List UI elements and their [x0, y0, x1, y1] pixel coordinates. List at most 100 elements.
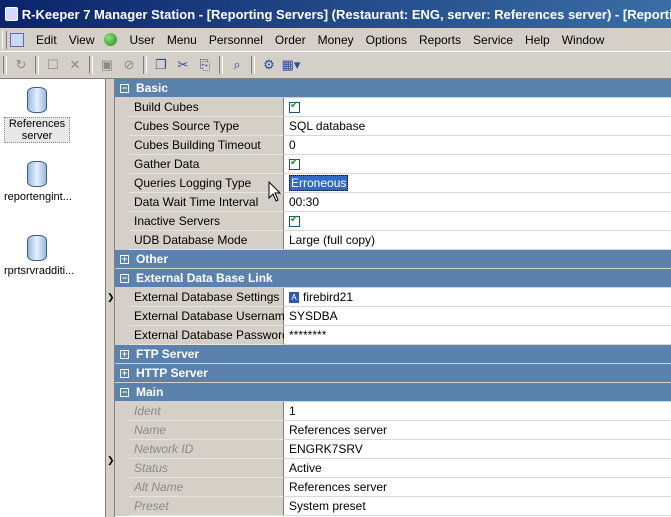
server-label: reportengint... — [4, 191, 72, 203]
properties-icon[interactable]: ⚙ — [259, 55, 279, 75]
menu-view[interactable]: View — [63, 33, 101, 47]
category-ftp[interactable]: + FTP Server — [115, 345, 671, 364]
property-row[interactable]: External Database Username SYSDBA — [115, 307, 671, 326]
property-value[interactable]: 00:30 — [284, 193, 671, 212]
property-value[interactable]: firebird21 — [303, 290, 353, 304]
copy-icon[interactable]: ❐ — [151, 55, 171, 75]
find-icon[interactable]: ⌕ — [227, 55, 247, 75]
property-name: Inactive Servers — [129, 212, 284, 231]
toolbar-separator — [89, 56, 93, 74]
category-label: FTP Server — [136, 347, 200, 361]
property-row[interactable]: Ident 1 — [115, 402, 671, 421]
checkbox[interactable] — [289, 100, 300, 113]
property-row[interactable]: Data Wait Time Interval 00:30 — [115, 193, 671, 212]
document-icon[interactable] — [10, 32, 24, 47]
mouse-cursor-icon — [268, 181, 282, 202]
window-title: R-Keeper 7 Manager Station - [Reporting … — [21, 6, 671, 22]
property-row[interactable]: Name References server — [115, 421, 671, 440]
expand-icon[interactable]: + — [120, 349, 129, 359]
property-row[interactable]: External Database Password ******** — [115, 326, 671, 345]
server-tile[interactable]: rprtsrvradditi... — [4, 235, 75, 277]
property-value[interactable]: ******** — [284, 326, 671, 345]
database-server-icon — [26, 235, 48, 261]
server-tile[interactable]: References server — [4, 87, 70, 143]
save-icon[interactable]: ▣ — [97, 55, 117, 75]
menu-personnel[interactable]: Personnel — [203, 33, 269, 47]
collapse-icon[interactable]: − — [120, 83, 129, 93]
toolbar-separator — [251, 56, 255, 74]
server-label: rprtsrvradditi... — [4, 265, 75, 277]
menu-bar: Edit View User Menu Personnel Order Mone… — [0, 28, 671, 52]
property-row[interactable]: Preset System preset — [115, 497, 671, 516]
property-value[interactable]: System preset — [284, 497, 671, 516]
property-row[interactable]: Status Active — [115, 459, 671, 478]
menu-menu[interactable]: Menu — [161, 33, 203, 47]
property-value[interactable]: 0 — [284, 136, 671, 155]
property-name: Alt Name — [129, 478, 284, 497]
property-name: Ident — [129, 402, 284, 421]
property-row[interactable]: Cubes Source Type SQL database — [115, 117, 671, 136]
selected-value-editor[interactable]: Erroneous — [289, 175, 349, 191]
title-bar: R-Keeper 7 Manager Station - [Reporting … — [0, 0, 671, 28]
panel-splitter[interactable]: ❯ ❯ — [106, 79, 115, 517]
server-tile[interactable]: reportengint... — [4, 161, 72, 203]
view-toggle-icon[interactable]: ▦▾ — [281, 55, 301, 75]
menu-edit[interactable]: Edit — [30, 33, 63, 47]
property-value[interactable]: References server — [284, 478, 671, 497]
toolbar-separator — [35, 56, 39, 74]
toolbar: ↻ ☐ ✕ ▣ ⊘ ❐ ✂ ⎘ ⌕ ⚙ ▦▾ — [0, 52, 671, 79]
menu-user[interactable]: User — [123, 33, 160, 47]
paste-icon[interactable]: ⎘ — [195, 55, 215, 75]
cut-icon[interactable]: ✂ — [173, 55, 193, 75]
property-value[interactable]: References server — [284, 421, 671, 440]
category-label: Other — [136, 252, 169, 266]
property-value[interactable]: SYSDBA — [284, 307, 671, 326]
property-row[interactable]: Queries Logging Type Erroneous — [115, 174, 671, 193]
collapse-icon[interactable]: − — [120, 387, 129, 397]
property-name: External Database Username — [129, 307, 291, 326]
collapse-icon[interactable]: − — [120, 273, 129, 283]
property-row[interactable]: Gather Data — [115, 155, 671, 174]
property-row[interactable]: UDB Database Mode Large (full copy) — [115, 231, 671, 250]
status-green-icon[interactable] — [104, 33, 118, 46]
property-value[interactable]: Active — [284, 459, 671, 478]
delete-icon[interactable]: ✕ — [65, 55, 85, 75]
category-http[interactable]: + HTTP Server — [115, 364, 671, 383]
menu-reports[interactable]: Reports — [413, 33, 467, 47]
property-name: Gather Data — [129, 155, 284, 174]
expand-icon[interactable]: + — [120, 368, 129, 378]
property-row[interactable]: Cubes Building Timeout 0 — [115, 136, 671, 155]
menu-help[interactable]: Help — [519, 33, 556, 47]
new-icon[interactable]: ☐ — [43, 55, 63, 75]
property-value[interactable]: 1 — [284, 402, 671, 421]
menu-window[interactable]: Window — [556, 33, 611, 47]
chevron-right-icon[interactable]: ❯ — [107, 455, 115, 466]
menu-money[interactable]: Money — [312, 33, 360, 47]
property-name: Status — [129, 459, 284, 478]
expand-icon[interactable]: + — [120, 254, 129, 264]
toolbar-separator — [219, 56, 223, 74]
category-main[interactable]: − Main — [115, 383, 671, 402]
refresh-icon[interactable]: ↻ — [11, 55, 31, 75]
chevron-right-icon[interactable]: ❯ — [107, 292, 115, 303]
app-icon — [5, 7, 18, 21]
checkbox[interactable] — [289, 157, 300, 170]
menu-options[interactable]: Options — [360, 33, 413, 47]
property-value[interactable]: ENGRK7SRV — [284, 440, 671, 459]
property-row[interactable]: Build Cubes — [115, 98, 671, 117]
category-basic[interactable]: − Basic — [115, 79, 671, 98]
property-value[interactable]: SQL database — [284, 117, 671, 136]
property-name: Preset — [129, 497, 284, 516]
checkbox[interactable] — [289, 214, 300, 227]
property-value[interactable]: Large (full copy) — [284, 231, 671, 250]
category-other[interactable]: + Other — [115, 250, 671, 269]
property-name: Queries Logging Type — [129, 174, 284, 193]
cancel-icon[interactable]: ⊘ — [119, 55, 139, 75]
property-row[interactable]: Network ID ENGRK7SRV — [115, 440, 671, 459]
property-row[interactable]: Alt Name References server — [115, 478, 671, 497]
category-external-db[interactable]: − External Data Base Link — [115, 269, 671, 288]
menu-service[interactable]: Service — [467, 33, 519, 47]
menu-order[interactable]: Order — [269, 33, 312, 47]
property-row[interactable]: External Database Settings Afirebird21 — [115, 288, 671, 307]
property-row[interactable]: Inactive Servers — [115, 212, 671, 231]
